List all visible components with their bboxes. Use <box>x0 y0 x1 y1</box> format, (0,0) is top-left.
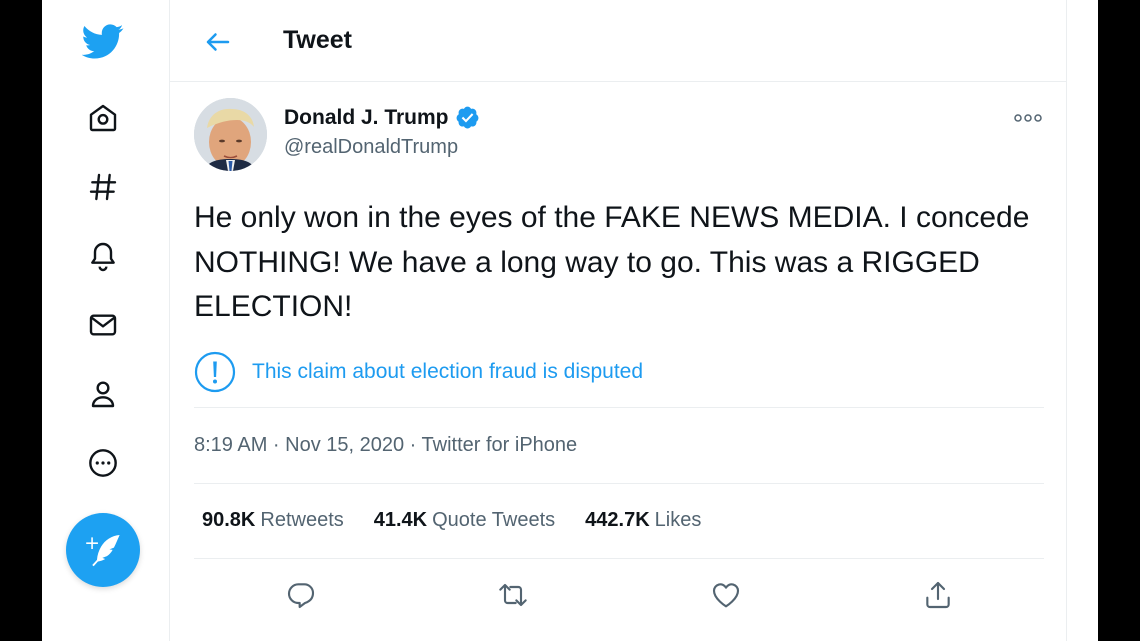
notifications-bell-icon[interactable] <box>80 233 126 279</box>
reply-button[interactable] <box>281 575 321 615</box>
likes-label: Likes <box>654 509 702 531</box>
back-button[interactable] <box>200 24 236 60</box>
divider <box>194 483 1044 484</box>
retweets-stat[interactable]: 90.8K Retweets <box>202 509 344 532</box>
disputed-claim-notice[interactable]: This claim about election fraud is dispu… <box>194 351 643 393</box>
tweet-stats: 90.8K Retweets 41.4K Quote Tweets 442.7K Li… <box>202 509 701 532</box>
retweet-icon <box>499 583 527 607</box>
quote-tweets-label: Quote Tweets <box>432 509 556 531</box>
exclamation-circle-icon <box>194 351 236 393</box>
home-icon[interactable] <box>80 95 126 141</box>
retweets-count: 90.8K <box>202 509 256 531</box>
avatar[interactable] <box>194 98 267 171</box>
quote-tweets-count: 41.4K <box>373 509 428 531</box>
more-circle-icon[interactable] <box>80 440 126 486</box>
divider <box>194 407 1044 408</box>
tweet-actions <box>170 575 1066 619</box>
share-button[interactable] <box>918 575 958 615</box>
tweet-more-options-button[interactable] <box>1012 106 1044 130</box>
tweet-meta-line[interactable]: 8:19 AM · Nov 15, 2020 · Twitter for iPh… <box>194 434 577 456</box>
quote-tweets-stat[interactable]: 41.4K Quote Tweets <box>374 509 555 532</box>
author-name-text: Donald J. Trump <box>284 105 449 129</box>
twitter-logo-icon[interactable] <box>80 18 126 64</box>
likes-stat[interactable]: 442.7K Likes <box>585 509 701 532</box>
author-handle[interactable]: @realDonaldTrump <box>284 136 458 159</box>
author-photo <box>194 98 267 171</box>
author-name[interactable]: Donald J. Trump <box>284 105 480 130</box>
retweets-label: Retweets <box>260 509 344 531</box>
tweet-meta: 8:19 AM · Nov 15, 2020 · Twitter for iPh… <box>194 434 577 457</box>
verified-badge-icon <box>456 106 478 129</box>
profile-person-icon[interactable] <box>80 371 126 417</box>
explore-hashtag-icon[interactable] <box>80 164 126 210</box>
reply-icon <box>287 583 315 609</box>
page-title: Tweet <box>283 26 352 54</box>
compose-tweet-button[interactable] <box>66 513 140 587</box>
tweet-text: He only won in the eyes of the FAKE NEWS… <box>194 201 1030 323</box>
app-window: Tweet Donald J. Trump @realDonaldTrump H… <box>42 0 1098 641</box>
messages-envelope-icon[interactable] <box>80 302 126 348</box>
like-button[interactable] <box>706 575 746 615</box>
back-arrow-icon <box>206 33 230 51</box>
share-icon <box>926 581 950 609</box>
likes-count: 442.7K <box>585 509 650 531</box>
page-header: Tweet <box>170 0 1066 82</box>
sidebar-nav <box>42 0 169 641</box>
divider <box>194 558 1044 559</box>
more-dots-icon <box>1014 114 1042 122</box>
disputed-claim-link[interactable]: This claim about election fraud is dispu… <box>252 360 643 384</box>
main-column: Tweet Donald J. Trump @realDonaldTrump H… <box>169 0 1067 641</box>
compose-feather-icon <box>86 534 120 567</box>
like-heart-icon <box>712 583 740 608</box>
retweet-button[interactable] <box>493 575 533 615</box>
